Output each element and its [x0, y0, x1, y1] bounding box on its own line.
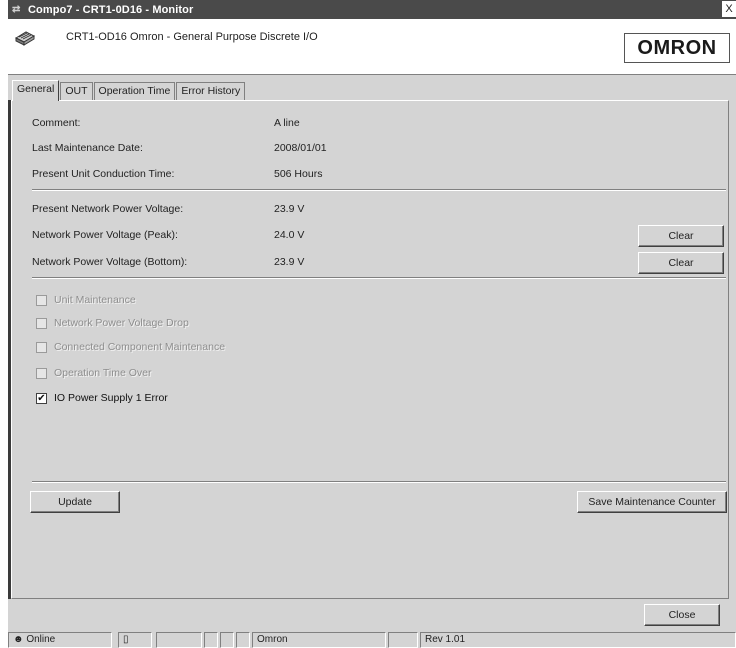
checkbox-box[interactable]: [36, 317, 47, 329]
checkbox-box[interactable]: [36, 367, 47, 379]
last-maintenance-value: 2008/01/01: [274, 142, 327, 154]
status-cell: [204, 632, 218, 648]
status-lock: ▯: [118, 632, 152, 648]
online-icon: ☻: [13, 634, 27, 645]
status-cell: [220, 632, 234, 648]
status-online: ☻ Online: [8, 632, 112, 648]
checkbox-box[interactable]: [36, 294, 47, 306]
component-maintenance-checkbox[interactable]: Connected Component Maintenance: [36, 341, 225, 353]
general-tab-panel: Comment: A line Last Maintenance Date: 2…: [11, 100, 729, 599]
update-button[interactable]: Update: [30, 491, 120, 513]
checkbox-label: IO Power Supply 1 Error: [54, 392, 168, 404]
operation-time-over-checkbox[interactable]: Operation Time Over: [36, 367, 151, 379]
title-bar[interactable]: ⇄ Compo7 - CRT1-0D16 - Monitor X: [8, 0, 736, 19]
conduction-time-label: Present Unit Conduction Time:: [32, 168, 175, 180]
device-icon: [14, 31, 36, 46]
close-button[interactable]: Close: [644, 604, 720, 626]
checkbox-label: Network Power Voltage Drop: [54, 317, 189, 329]
voltage-peak-value: 24.0 V: [274, 229, 305, 241]
status-cell: [388, 632, 418, 648]
online-status: Online: [26, 634, 56, 645]
clear-bottom-button[interactable]: Clear: [638, 252, 724, 274]
separator: [32, 189, 726, 191]
voltage-bottom-value: 23.9 V: [274, 256, 305, 268]
voltage-drop-checkbox[interactable]: Network Power Voltage Drop: [36, 317, 189, 329]
checkbox-box[interactable]: ✔: [36, 392, 47, 404]
network-voltage-label: Present Network Power Voltage:: [32, 203, 184, 215]
checkbox-label: Connected Component Maintenance: [54, 341, 226, 353]
device-title: CRT1-OD16 Omron - General Purpose Discre…: [66, 31, 318, 43]
close-window-icon[interactable]: X: [722, 1, 736, 17]
comment-label: Comment:: [32, 117, 81, 129]
window-title: Compo7 - CRT1-0D16 - Monitor: [28, 3, 194, 16]
separator: [32, 277, 726, 279]
status-vendor: Omron: [252, 632, 386, 648]
tab-operation-time[interactable]: Operation Time: [93, 82, 176, 100]
voltage-peak-label: Network Power Voltage (Peak):: [32, 229, 178, 241]
cylinder-icon: ▯: [123, 634, 129, 645]
monitor-window: ⇄ Compo7 - CRT1-0D16 - Monitor X CRT1-OD…: [8, 0, 736, 648]
io-power-error-checkbox[interactable]: ✔ IO Power Supply 1 Error: [36, 392, 168, 404]
status-revision: Rev 1.01: [420, 632, 736, 648]
status-bar: ☻ Online ▯ Omron Rev 1.01: [8, 630, 736, 648]
tab-out[interactable]: OUT: [60, 82, 93, 100]
comment-value: A line: [274, 117, 300, 129]
checkbox-label: Operation Time Over: [54, 367, 152, 379]
conduction-time-value: 506 Hours: [274, 168, 323, 180]
tab-error-history[interactable]: Error History: [176, 82, 246, 100]
device-header: CRT1-OD16 Omron - General Purpose Discre…: [8, 19, 736, 75]
clear-peak-button[interactable]: Clear: [638, 225, 724, 247]
separator: [32, 481, 726, 483]
app-icon: ⇄: [12, 4, 21, 15]
voltage-bottom-label: Network Power Voltage (Bottom):: [32, 256, 188, 268]
last-maintenance-label: Last Maintenance Date:: [32, 142, 143, 154]
save-maintenance-counter-button[interactable]: Save Maintenance Counter: [577, 491, 727, 513]
status-cell: [236, 632, 250, 648]
checkbox-box[interactable]: [36, 341, 47, 353]
tab-strip: General OUT Operation Time Error History: [12, 80, 246, 101]
unit-maintenance-checkbox[interactable]: Unit Maintenance: [36, 294, 136, 306]
tab-general[interactable]: General: [12, 80, 60, 101]
network-voltage-value: 23.9 V: [274, 203, 305, 215]
omron-logo: OMRON: [624, 33, 730, 63]
checkbox-label: Unit Maintenance: [54, 294, 136, 306]
status-cell: [156, 632, 202, 648]
